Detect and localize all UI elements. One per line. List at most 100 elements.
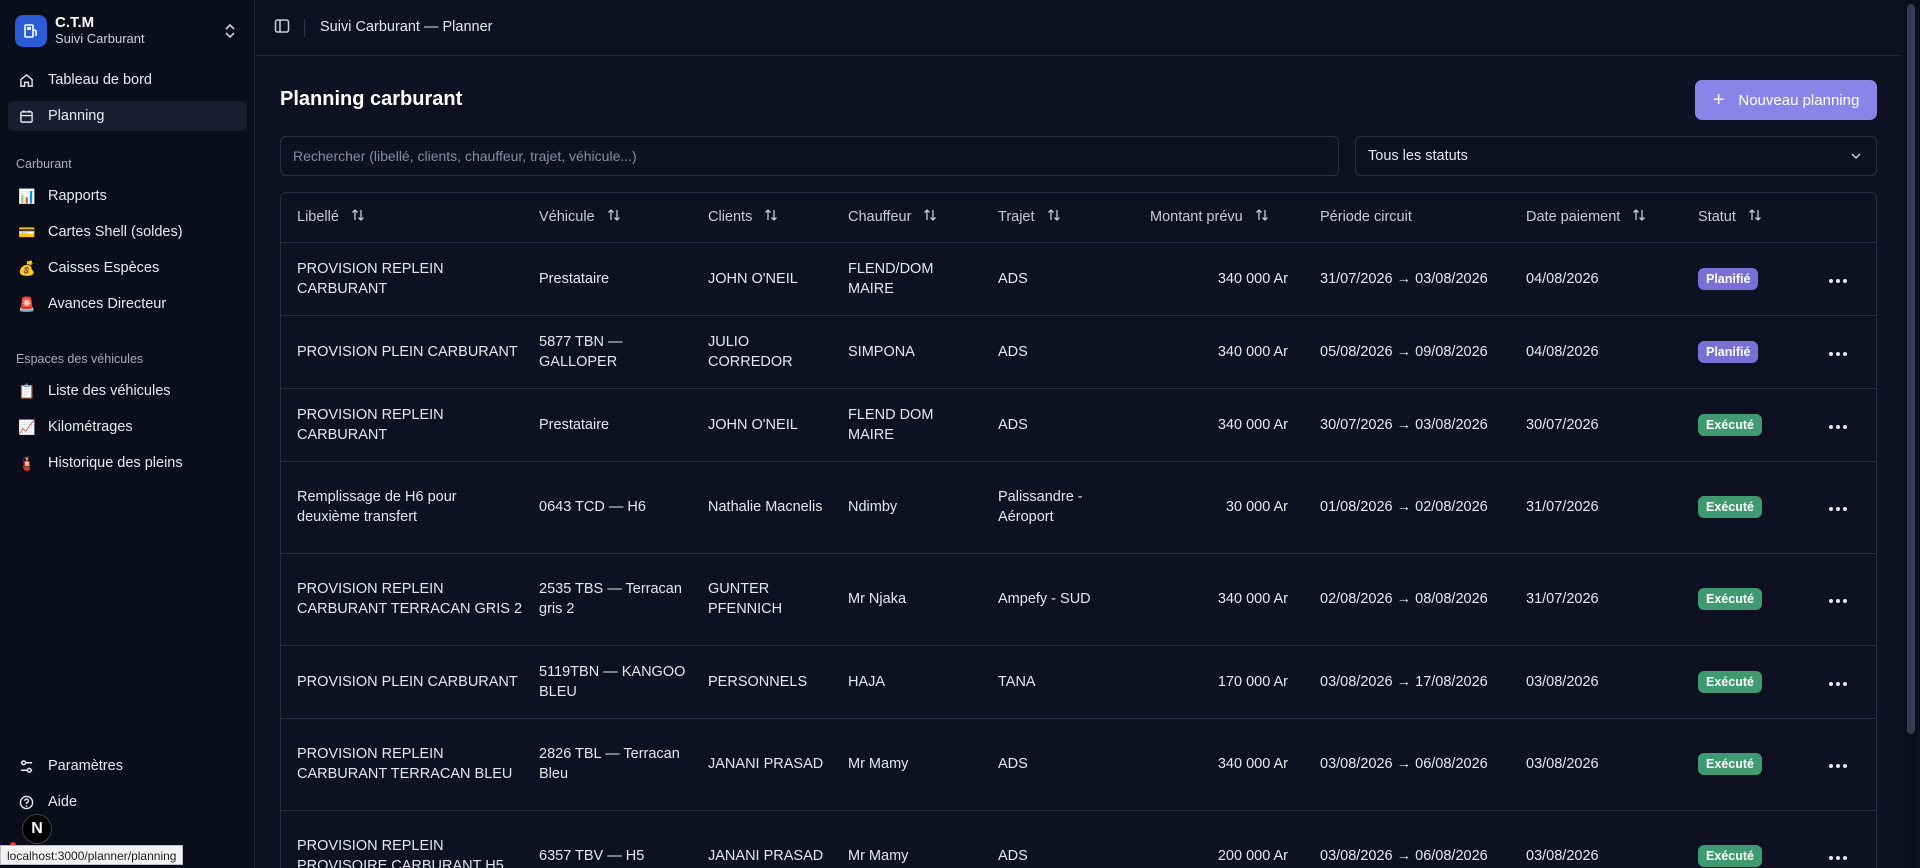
sidebar-item-label: Cartes Shell (soldes) bbox=[48, 224, 183, 240]
cell-libelle: PROVISION REPLEIN CARBURANT TERRACAN GRI… bbox=[281, 553, 523, 646]
scrollbar-thumb[interactable] bbox=[1907, 4, 1915, 734]
sidebar-item-label: Kilométrages bbox=[48, 419, 133, 435]
calendar-icon bbox=[18, 108, 34, 124]
cell-periode: 05/08/2026 → 09/08/2026 bbox=[1304, 315, 1510, 389]
trend-chart-icon: 📈 bbox=[18, 418, 36, 435]
column-header-actions bbox=[1797, 193, 1876, 243]
sidebar-item-tableau-de-bord[interactable]: Tableau de bord bbox=[8, 65, 247, 95]
table-row[interactable]: PROVISION REPLEIN CARBURANT TERRACAN BLE… bbox=[281, 718, 1876, 811]
column-header-label: Chauffeur bbox=[848, 209, 912, 226]
cell-date-paiement: 31/07/2026 bbox=[1510, 553, 1682, 646]
cell-libelle: PROVISION REPLEIN CARBURANT bbox=[281, 388, 523, 462]
sidebar-item-parametres[interactable]: Paramètres bbox=[8, 751, 247, 781]
cell-chauffeur: Mr Mamy bbox=[832, 718, 982, 811]
row-actions-button[interactable] bbox=[1797, 718, 1876, 811]
column-header-trajet[interactable]: Trajet bbox=[982, 193, 1134, 243]
cell-date-paiement: 03/08/2026 bbox=[1510, 810, 1682, 868]
cell-date-paiement: 03/08/2026 bbox=[1510, 718, 1682, 811]
column-header-label: Montant prévu bbox=[1150, 209, 1243, 226]
fire-extinguisher-icon: 🧯 bbox=[18, 454, 36, 471]
help-icon bbox=[18, 794, 34, 810]
column-header-label: Libellé bbox=[297, 209, 339, 226]
new-planning-label: Nouveau planning bbox=[1738, 91, 1860, 109]
status-filter-select[interactable]: Tous les statuts bbox=[1355, 136, 1877, 176]
more-horizontal-icon bbox=[1828, 507, 1847, 511]
chevron-down-icon bbox=[1850, 150, 1862, 166]
sidebar-item-cartes-shell[interactable]: 💳 Cartes Shell (soldes) bbox=[8, 217, 247, 247]
cell-date-paiement: 31/07/2026 bbox=[1510, 461, 1682, 554]
sidebar-item-kilometrages[interactable]: 📈 Kilométrages bbox=[8, 412, 247, 442]
sidebar-item-liste-vehicules[interactable]: 📋 Liste des véhicules bbox=[8, 376, 247, 406]
cell-date-paiement: 04/08/2026 bbox=[1510, 315, 1682, 389]
more-horizontal-icon bbox=[1828, 856, 1847, 860]
table-row[interactable]: PROVISION REPLEIN CARBURANT Prestataire … bbox=[281, 242, 1876, 316]
status-badge: Exécuté bbox=[1698, 588, 1762, 610]
column-header-label: Clients bbox=[708, 209, 753, 226]
sidebar-item-caisses-especes[interactable]: 💰 Caisses Espèces bbox=[8, 253, 247, 283]
cell-statut: Exécuté bbox=[1682, 718, 1797, 811]
money-bag-icon: 💰 bbox=[18, 259, 36, 276]
cell-chauffeur: Mr Mamy bbox=[832, 810, 982, 868]
fuel-pump-icon bbox=[15, 15, 47, 47]
status-badge: Exécuté bbox=[1698, 753, 1762, 775]
cell-clients: GUNTER PFENNICH bbox=[692, 553, 832, 646]
sidebar-item-rapports[interactable]: 📊 Rapports bbox=[8, 181, 247, 211]
cell-statut: Planifié bbox=[1682, 242, 1797, 316]
cell-clients: JOHN O'NEIL bbox=[692, 242, 832, 316]
more-horizontal-icon bbox=[1828, 599, 1847, 603]
column-header-clients[interactable]: Clients bbox=[692, 193, 832, 243]
table-row[interactable]: PROVISION REPLEIN CARBURANT TERRACAN GRI… bbox=[281, 553, 1876, 646]
table-row[interactable]: Remplissage de H6 pour deuxième transfer… bbox=[281, 461, 1876, 554]
brand-switcher[interactable]: C.T.M Suivi Carburant bbox=[10, 12, 245, 50]
cell-periode: 03/08/2026 → 06/08/2026 bbox=[1304, 810, 1510, 868]
planning-table: Libellé Véhicule Clients Chauffeur Traje… bbox=[280, 192, 1877, 868]
column-header-label: Trajet bbox=[998, 209, 1035, 226]
column-header-date-paiement[interactable]: Date paiement bbox=[1510, 193, 1682, 243]
cell-clients: JOHN O'NEIL bbox=[692, 388, 832, 462]
sidebar-item-planning[interactable]: Planning bbox=[8, 101, 247, 131]
cell-trajet: TANA bbox=[982, 645, 1134, 719]
status-badge: Exécuté bbox=[1698, 413, 1762, 436]
sidebar-item-avances-directeur[interactable]: 🚨 Avances Directeur bbox=[8, 289, 247, 319]
row-actions-button[interactable] bbox=[1797, 461, 1876, 554]
cell-clients: JANANI PRASAD bbox=[692, 810, 832, 868]
sidebar-toggle-icon[interactable] bbox=[274, 18, 294, 38]
nextjs-devtools-button[interactable]: N bbox=[22, 814, 52, 844]
row-actions-button[interactable] bbox=[1797, 810, 1876, 868]
column-header-vehicule[interactable]: Véhicule bbox=[523, 193, 692, 243]
cell-libelle: PROVISION PLEIN CARBURANT bbox=[281, 645, 523, 719]
cell-libelle: PROVISION REPLEIN PROVISOIRE CARBURANT H… bbox=[281, 810, 523, 868]
cell-statut: Exécuté bbox=[1682, 553, 1797, 646]
cell-libelle: PROVISION PLEIN CARBURANT bbox=[281, 315, 523, 389]
page-scrollbar[interactable] bbox=[1904, 0, 1918, 868]
cell-vehicule: 6357 TBV — H5 bbox=[523, 810, 692, 868]
table-row[interactable]: PROVISION PLEIN CARBURANT 5877 TBN — GAL… bbox=[281, 315, 1876, 389]
table-row[interactable]: PROVISION PLEIN CARBURANT 5119TBN — KANG… bbox=[281, 645, 1876, 719]
row-actions-button[interactable] bbox=[1797, 553, 1876, 646]
cell-statut: Exécuté bbox=[1682, 645, 1797, 719]
row-actions-button[interactable] bbox=[1797, 315, 1876, 389]
column-header-periode: Période circuit bbox=[1304, 193, 1510, 243]
cell-periode: 01/08/2026 → 02/08/2026 bbox=[1304, 461, 1510, 554]
cell-clients: PERSONNELS bbox=[692, 645, 832, 719]
column-header-label: Statut bbox=[1698, 209, 1736, 226]
home-icon bbox=[18, 72, 34, 88]
column-header-montant[interactable]: Montant prévu bbox=[1134, 193, 1304, 243]
row-actions-button[interactable] bbox=[1797, 388, 1876, 462]
column-header-libelle[interactable]: Libellé bbox=[281, 193, 523, 243]
table-row[interactable]: PROVISION REPLEIN PROVISOIRE CARBURANT H… bbox=[281, 810, 1876, 868]
cell-trajet: ADS bbox=[982, 810, 1134, 868]
more-horizontal-icon bbox=[1828, 351, 1847, 356]
page-title: Planning carburant bbox=[280, 88, 463, 110]
column-header-chauffeur[interactable]: Chauffeur bbox=[832, 193, 982, 243]
table-row[interactable]: PROVISION REPLEIN CARBURANT Prestataire … bbox=[281, 388, 1876, 462]
sidebar-item-aide[interactable]: Aide bbox=[8, 787, 247, 817]
cell-chauffeur: Ndimby bbox=[832, 461, 982, 554]
column-header-statut[interactable]: Statut bbox=[1682, 193, 1797, 243]
cell-periode: 02/08/2026 → 08/08/2026 bbox=[1304, 553, 1510, 646]
row-actions-button[interactable] bbox=[1797, 242, 1876, 316]
sidebar-item-historique-pleins[interactable]: 🧯 Historique des pleins bbox=[8, 448, 247, 478]
row-actions-button[interactable] bbox=[1797, 645, 1876, 719]
new-planning-button[interactable]: + Nouveau planning bbox=[1695, 80, 1877, 120]
search-input[interactable] bbox=[280, 136, 1339, 176]
